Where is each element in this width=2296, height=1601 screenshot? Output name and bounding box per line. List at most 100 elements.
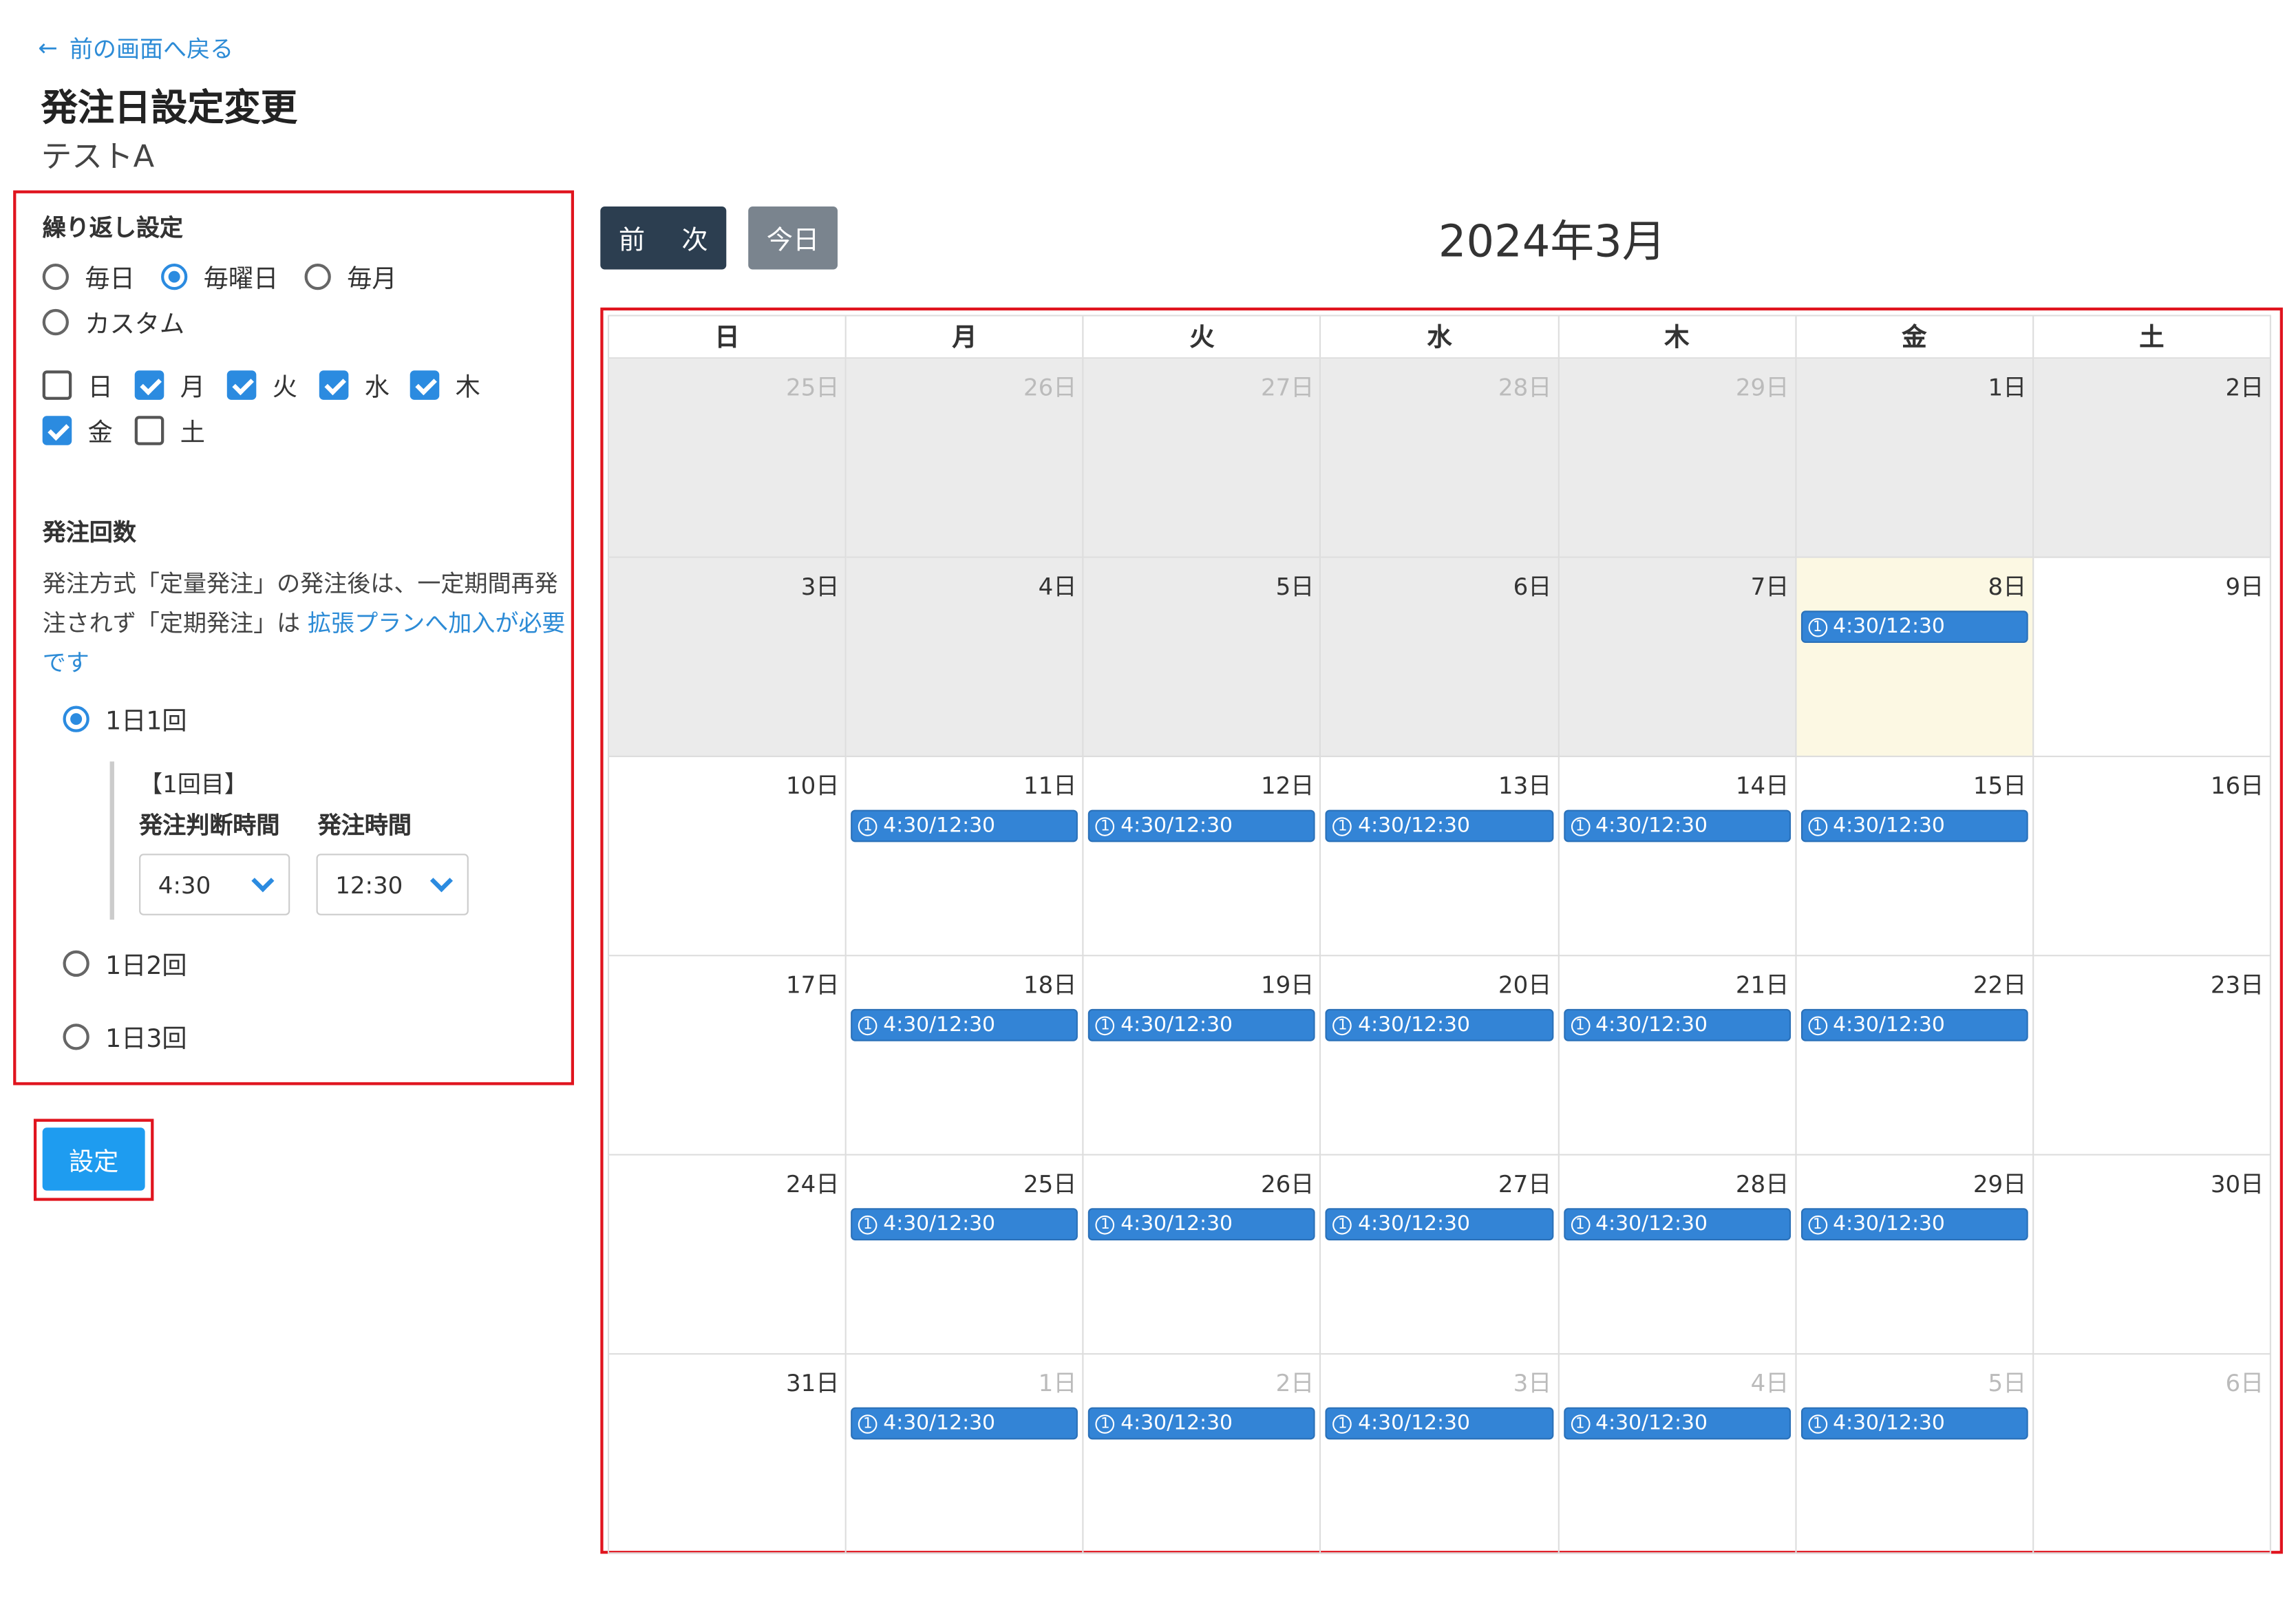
weekday-sat[interactable]: 土 — [134, 412, 205, 448]
calendar-day-cell[interactable]: 12日 1 4:30/12:30 — [1084, 756, 1321, 957]
weekday-thu[interactable]: 木 — [410, 366, 480, 403]
calendar-day-cell[interactable]: 23日 — [2033, 956, 2271, 1156]
calendar-day-cell[interactable]: 1日 — [1796, 359, 2034, 558]
checkbox-sat[interactable] — [134, 415, 164, 445]
calendar-day-cell[interactable]: 14日 1 4:30/12:30 — [1558, 756, 1796, 957]
order-event[interactable]: 1 4:30/12:30 — [851, 1008, 1078, 1041]
order-event[interactable]: 1 4:30/12:30 — [1563, 1008, 1791, 1041]
order-event[interactable]: 1 4:30/12:30 — [1326, 809, 1553, 842]
calendar-day-cell[interactable]: 29日 — [1558, 359, 1796, 558]
judge-time-select[interactable]: 4:30 — [139, 853, 290, 915]
calendar-day-cell[interactable]: 2日 1 4:30/12:30 — [1084, 1355, 1321, 1554]
repeat-option-weekly[interactable]: 毎曜日 — [161, 257, 278, 295]
repeat-option-daily[interactable]: 毎日 — [42, 257, 135, 295]
calendar-day-cell[interactable]: 13日 1 4:30/12:30 — [1321, 756, 1559, 957]
order-event[interactable]: 1 4:30/12:30 — [1088, 1407, 1316, 1440]
order-event[interactable]: 1 4:30/12:30 — [1563, 1208, 1791, 1241]
order-event[interactable]: 1 4:30/12:30 — [1326, 1407, 1553, 1440]
calendar-day-cell[interactable]: 6日 — [2033, 1355, 2271, 1554]
order-count-option-3[interactable]: 1日3回 — [63, 1018, 187, 1054]
order-count-option-1[interactable]: 1日1回 — [63, 700, 187, 736]
calendar-day-cell[interactable]: 2日 — [2033, 359, 2271, 558]
calendar-day-cell[interactable]: 3日 1 4:30/12:30 — [1321, 1355, 1559, 1554]
order-event[interactable]: 1 4:30/12:30 — [1800, 1208, 2028, 1241]
checkbox-wed[interactable] — [319, 370, 349, 399]
calendar-day-cell[interactable]: 24日 — [609, 1155, 847, 1355]
radio-custom[interactable] — [42, 308, 69, 335]
calendar-day-cell[interactable]: 27日 1 4:30/12:30 — [1321, 1155, 1559, 1355]
weekday-tue[interactable]: 火 — [226, 366, 297, 403]
order-event[interactable]: 1 4:30/12:30 — [1563, 809, 1791, 842]
calendar-day-cell[interactable]: 29日 1 4:30/12:30 — [1796, 1155, 2034, 1355]
weekday-fri[interactable]: 金 — [42, 412, 113, 448]
checkbox-sun[interactable] — [42, 370, 72, 399]
calendar-day-cell[interactable]: 5日 — [1084, 558, 1321, 757]
calendar-day-cell[interactable]: 26日 — [847, 359, 1085, 558]
repeat-option-monthly[interactable]: 毎月 — [304, 257, 397, 295]
order-time-select[interactable]: 12:30 — [316, 853, 469, 915]
order-event[interactable]: 1 4:30/12:30 — [1326, 1208, 1553, 1241]
calendar-day-cell[interactable]: 27日 — [1084, 359, 1321, 558]
radio-daily[interactable] — [42, 262, 69, 290]
calendar-day-cell[interactable]: 3日 — [609, 558, 847, 757]
number-one-icon: 1 — [1096, 1414, 1115, 1433]
calendar-day-cell[interactable]: 25日 1 4:30/12:30 — [847, 1155, 1085, 1355]
calendar-day-cell[interactable]: 28日 — [1321, 359, 1559, 558]
today-button[interactable]: 今日 — [748, 206, 838, 270]
radio-twice-daily[interactable] — [63, 949, 89, 977]
day-number: 15日 — [1973, 772, 2027, 800]
calendar-day-cell[interactable]: 18日 1 4:30/12:30 — [847, 956, 1085, 1156]
prev-month-button[interactable]: 前 — [600, 206, 663, 269]
calendar-day-cell[interactable]: 10日 — [609, 756, 847, 957]
checkbox-mon[interactable] — [134, 370, 164, 399]
calendar-day-cell[interactable]: 4日 1 4:30/12:30 — [1558, 1355, 1796, 1554]
calendar-day-cell[interactable]: 19日 1 4:30/12:30 — [1084, 956, 1321, 1156]
checkbox-thu[interactable] — [410, 370, 440, 399]
weekday-sun[interactable]: 日 — [42, 366, 113, 403]
weekday-mon[interactable]: 月 — [134, 366, 205, 403]
radio-monthly[interactable] — [304, 262, 331, 290]
checkbox-tue[interactable] — [226, 370, 257, 399]
order-count-option-2[interactable]: 1日2回 — [63, 944, 187, 981]
order-event[interactable]: 1 4:30/12:30 — [1800, 809, 2028, 842]
order-event[interactable]: 1 4:30/12:30 — [1088, 1008, 1316, 1041]
calendar-day-cell[interactable]: 26日 1 4:30/12:30 — [1084, 1155, 1321, 1355]
order-event[interactable]: 1 4:30/12:30 — [1326, 1008, 1553, 1041]
calendar-day-cell[interactable]: 9日 — [2033, 558, 2271, 757]
calendar-day-cell[interactable]: 8日 1 4:30/12:30 — [1796, 558, 2034, 757]
calendar-day-cell[interactable]: 30日 — [2033, 1155, 2271, 1355]
calendar-day-cell[interactable]: 7日 — [1558, 558, 1796, 757]
calendar-day-cell[interactable]: 4日 — [847, 558, 1085, 757]
next-month-button[interactable]: 次 — [663, 206, 726, 269]
order-event[interactable]: 1 4:30/12:30 — [1800, 611, 2028, 644]
calendar-day-cell[interactable]: 1日 1 4:30/12:30 — [847, 1355, 1085, 1554]
radio-weekly[interactable] — [161, 262, 188, 290]
calendar-day-cell[interactable]: 17日 — [609, 956, 847, 1156]
order-event[interactable]: 1 4:30/12:30 — [1800, 1008, 2028, 1041]
calendar-day-cell[interactable]: 20日 1 4:30/12:30 — [1321, 956, 1559, 1156]
order-event[interactable]: 1 4:30/12:30 — [851, 1407, 1078, 1440]
order-event[interactable]: 1 4:30/12:30 — [1088, 1208, 1316, 1241]
order-event[interactable]: 1 4:30/12:30 — [851, 809, 1078, 842]
calendar-day-cell[interactable]: 31日 — [609, 1355, 847, 1554]
order-event[interactable]: 1 4:30/12:30 — [1800, 1407, 2028, 1440]
radio-thrice-daily[interactable] — [63, 1023, 89, 1050]
calendar-day-cell[interactable]: 25日 — [609, 359, 847, 558]
radio-once-daily[interactable] — [63, 705, 89, 732]
order-event[interactable]: 1 4:30/12:30 — [851, 1208, 1078, 1241]
back-link[interactable]: ← 前の画面へ戻る — [38, 30, 233, 65]
calendar-day-cell[interactable]: 28日 1 4:30/12:30 — [1558, 1155, 1796, 1355]
weekday-wed[interactable]: 水 — [319, 366, 390, 403]
calendar-day-cell[interactable]: 5日 1 4:30/12:30 — [1796, 1355, 2034, 1554]
calendar-day-cell[interactable]: 6日 — [1321, 558, 1559, 757]
repeat-option-custom[interactable]: カスタム — [42, 303, 184, 340]
checkbox-fri[interactable] — [42, 415, 72, 445]
calendar-day-cell[interactable]: 16日 — [2033, 756, 2271, 957]
calendar-day-cell[interactable]: 11日 1 4:30/12:30 — [847, 756, 1085, 957]
order-event[interactable]: 1 4:30/12:30 — [1563, 1407, 1791, 1440]
calendar-day-cell[interactable]: 15日 1 4:30/12:30 — [1796, 756, 2034, 957]
calendar-day-cell[interactable]: 21日 1 4:30/12:30 — [1558, 956, 1796, 1156]
order-event[interactable]: 1 4:30/12:30 — [1088, 809, 1316, 842]
calendar-day-cell[interactable]: 22日 1 4:30/12:30 — [1796, 956, 2034, 1156]
submit-button[interactable]: 設定 — [42, 1127, 145, 1191]
